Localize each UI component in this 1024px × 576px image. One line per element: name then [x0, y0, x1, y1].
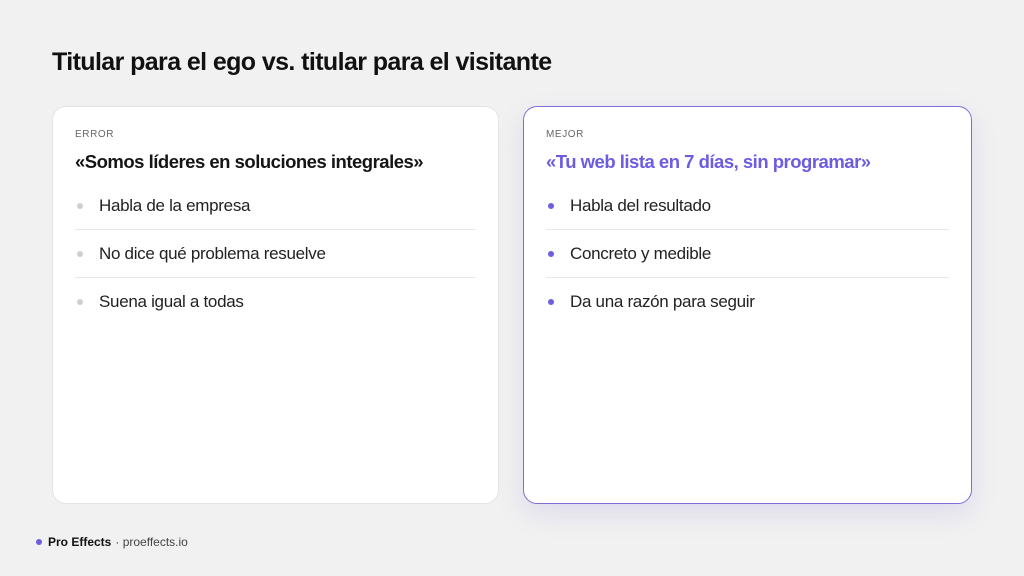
better-points-list: Habla del resultado Concreto y medible D… — [546, 182, 949, 325]
point-text: Habla de la empresa — [99, 195, 251, 215]
bullet-dot-icon — [548, 298, 554, 305]
list-item: Suena igual a todas — [75, 278, 476, 325]
error-card: ERROR «Somos líderes en soluciones integ… — [52, 106, 499, 504]
list-item: Da una razón para seguir — [546, 278, 949, 325]
point-text: Habla del resultado — [570, 195, 711, 215]
error-card-headline: «Somos líderes en soluciones integrales» — [75, 151, 424, 172]
brand-name: Pro Effects — [48, 535, 112, 549]
brand-dot-icon — [36, 539, 42, 545]
bullet-dot-icon — [548, 202, 554, 209]
slide-title: Titular para el ego vs. titular para el … — [52, 48, 552, 76]
list-item: Concreto y medible — [546, 230, 949, 278]
better-card-label: MEJOR — [546, 129, 584, 140]
error-card-label: ERROR — [75, 129, 115, 140]
brand-site: · proeffects.io — [115, 535, 188, 549]
list-item: No dice qué problema resuelve — [75, 230, 476, 278]
footer: Pro Effects · proeffects.io — [36, 535, 188, 549]
point-text: No dice qué problema resuelve — [99, 243, 326, 263]
point-text: Suena igual a todas — [99, 291, 244, 311]
bullet-dot-icon — [77, 250, 83, 257]
list-item: Habla del resultado — [546, 182, 949, 230]
better-card: MEJOR «Tu web lista en 7 días, sin progr… — [523, 106, 972, 504]
error-points-list: Habla de la empresa No dice qué problema… — [75, 182, 476, 325]
bullet-dot-icon — [77, 298, 83, 305]
point-text: Concreto y medible — [570, 243, 712, 263]
point-text: Da una razón para seguir — [570, 291, 755, 311]
better-card-headline: «Tu web lista en 7 días, sin programar» — [546, 151, 871, 172]
bullet-dot-icon — [548, 250, 554, 257]
bullet-dot-icon — [77, 202, 83, 209]
list-item: Habla de la empresa — [75, 182, 476, 230]
